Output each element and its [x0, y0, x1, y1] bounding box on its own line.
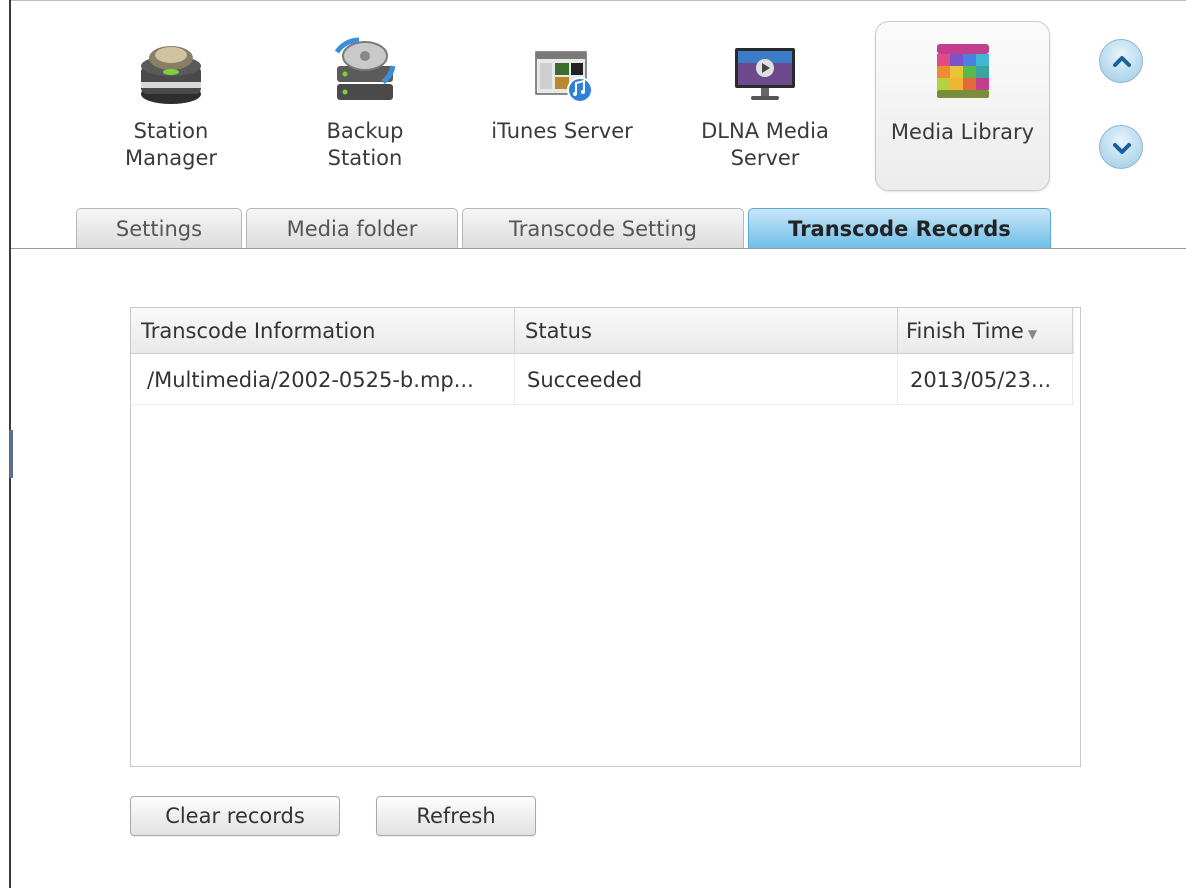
window-edge-accent — [9, 430, 13, 478]
app-dlna-media-server[interactable]: DLNA Media Server — [680, 22, 850, 192]
sort-descending-icon: ▼ — [1027, 327, 1038, 341]
backup-station-icon — [334, 37, 396, 100]
dlna-media-server-icon — [735, 48, 795, 100]
chevron-down-icon — [1113, 143, 1131, 154]
scroll-up-button[interactable] — [1099, 39, 1143, 83]
column-header-transcode-information[interactable]: Transcode Information — [131, 308, 515, 354]
chevron-up-icon — [1113, 56, 1131, 67]
tab-settings[interactable]: Settings — [76, 208, 242, 249]
column-header-label: Finish Time — [906, 319, 1024, 343]
table-header: Transcode Information Status Finish Time… — [131, 308, 1074, 354]
app-label: Station Manager — [124, 119, 218, 170]
app-label: iTunes Server — [491, 119, 633, 143]
itunes-server-icon — [535, 51, 593, 103]
tab-strip-divider — [11, 248, 1186, 249]
app-backup-station[interactable]: Backup Station — [280, 22, 450, 192]
column-header-status[interactable]: Status — [515, 308, 898, 354]
app-label: Backup Station — [326, 119, 404, 170]
cell-transcode-information: /Multimedia/2002-0525-b.mp... — [131, 355, 515, 405]
station-manager-icon — [141, 46, 201, 104]
cell-finish-time: 2013/05/23... — [898, 355, 1073, 405]
tab-media-folder[interactable]: Media folder — [246, 208, 458, 249]
window-top-border — [9, 0, 1186, 1]
scroll-down-button[interactable] — [1099, 125, 1143, 169]
tab-transcode-records[interactable]: Transcode Records — [748, 208, 1051, 249]
refresh-button[interactable]: Refresh — [376, 796, 536, 836]
column-header-label: Status — [525, 319, 592, 343]
cell-status: Succeeded — [515, 355, 898, 405]
transcode-records-table: Transcode Information Status Finish Time… — [130, 307, 1081, 767]
app-itunes-server[interactable]: iTunes Server — [472, 22, 652, 192]
column-header-finish-time[interactable]: Finish Time ▼ — [898, 308, 1073, 354]
app-label: Media Library — [890, 120, 1035, 144]
media-library-icon — [936, 44, 989, 98]
app-station-manager[interactable]: Station Manager — [86, 22, 256, 192]
app-label: DLNA Media Server — [701, 119, 829, 170]
clear-records-button[interactable]: Clear records — [130, 796, 340, 836]
table-row[interactable]: /Multimedia/2002-0525-b.mp... Succeeded … — [131, 355, 1074, 405]
tab-transcode-setting[interactable]: Transcode Setting — [462, 208, 744, 249]
column-header-label: Transcode Information — [141, 319, 376, 343]
app-media-library[interactable]: Media Library — [875, 21, 1050, 191]
